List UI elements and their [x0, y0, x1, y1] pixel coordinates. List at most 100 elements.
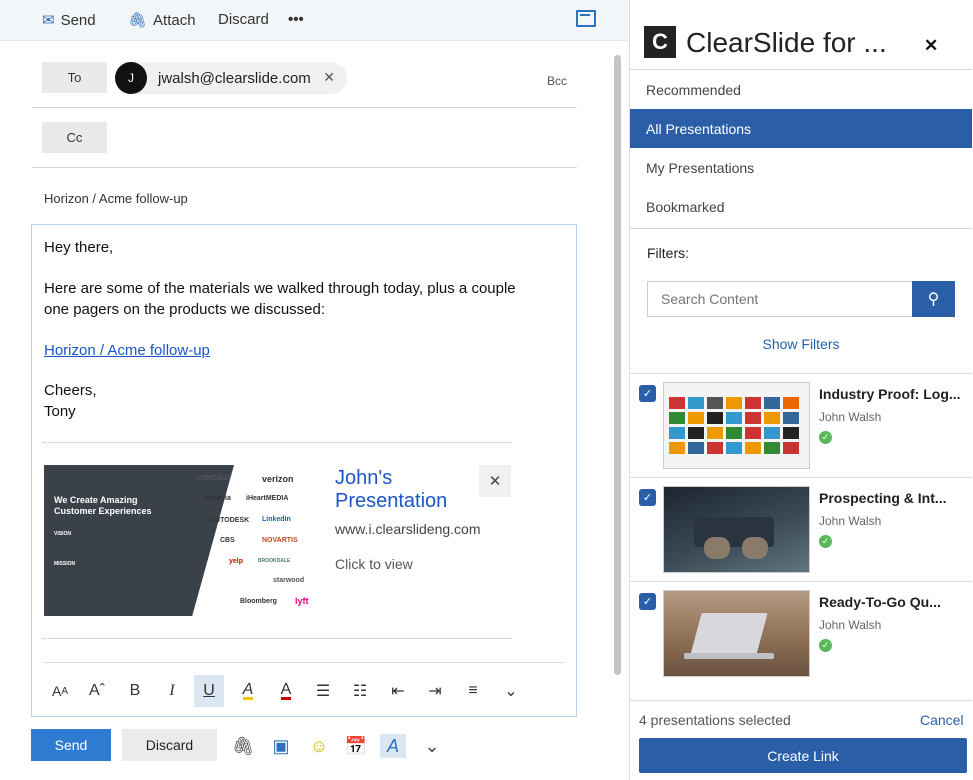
more-chevron-icon[interactable]: ⌄ [419, 734, 445, 758]
popout-icon[interactable] [576, 10, 596, 27]
clearslide-addin-pane: C ClearSlide for ... ✕ Recommended All P… [629, 0, 973, 780]
compose-toolbar: ✉ Send 🖇 Attach Discard ••• [0, 0, 628, 41]
chevron-down-icon[interactable]: ⌄ [496, 675, 526, 707]
presentation-title[interactable]: Ready-To-Go Qu... [819, 594, 941, 610]
underline-icon[interactable]: U [194, 675, 224, 707]
remove-recipient-icon[interactable]: ✕ [323, 69, 335, 86]
font-color-icon[interactable]: A [271, 675, 301, 707]
clearslide-logo: C [644, 26, 676, 58]
nav-recommended[interactable]: Recommended [630, 70, 972, 109]
logo-novartis: NOVARTIS [262, 537, 298, 544]
logo-bloomberg: Bloomberg [240, 598, 277, 605]
schedule-icon[interactable]: 📅 [343, 734, 369, 758]
footer-divider [630, 700, 972, 701]
addin-icon[interactable]: A [380, 734, 406, 758]
logo-yelp: yelp [229, 558, 244, 565]
bcc-button[interactable]: Bcc [547, 74, 567, 88]
paperclip-icon: 🖇 [128, 12, 148, 29]
body-greeting: Hey there, [44, 239, 114, 256]
attach-button[interactable]: 🖇 Attach [128, 11, 196, 30]
check-circle-icon: ✓ [819, 639, 832, 652]
insert-picture-icon[interactable]: ▣ [268, 734, 294, 758]
cc-button[interactable]: Cc [42, 122, 107, 153]
presentation-thumbnail[interactable]: We Create Amazing Customer Experiences V… [44, 465, 328, 616]
presentation-item[interactable]: ✓ Ready-To-Go Qu... John Walsh ✓ [630, 581, 972, 685]
body-signoff: Cheers, [44, 382, 97, 399]
card-title-line2: Presentation [335, 490, 448, 512]
attach-icon[interactable]: 🖇 [230, 734, 256, 758]
close-icon[interactable]: ✕ [924, 36, 938, 56]
search-button[interactable]: ⚲ [912, 281, 955, 317]
search-input[interactable] [647, 281, 913, 317]
presentation-item[interactable]: ✓ Prospecting & Int... John Walsh ✓ [630, 477, 972, 581]
presentation-item[interactable]: ✓ Industry Proof: Log... John Walsh ✓ [630, 373, 972, 477]
nav-my-presentations[interactable]: My Presentations [630, 148, 972, 187]
nav-divider-bottom [630, 228, 972, 229]
body-link[interactable]: Horizon / Acme follow-up [44, 340, 210, 361]
send-label: Send [60, 11, 96, 29]
decrease-indent-icon[interactable]: ⇤ [383, 675, 413, 707]
nav-all-presentations[interactable]: All Presentations [630, 109, 972, 148]
numbering-icon[interactable]: ☷ [345, 675, 375, 707]
italic-icon[interactable]: I [157, 675, 187, 707]
discard-button[interactable]: Discard [122, 729, 217, 761]
card-title-line1: John's [335, 467, 393, 489]
presentation-thumbnail [663, 590, 810, 677]
thumb-logos-grid [669, 387, 799, 454]
message-body[interactable]: Hey there, Here are some of the material… [31, 224, 577, 717]
logo-lyft: lyft [295, 596, 309, 606]
card-divider-top [43, 442, 511, 443]
font-size-icon[interactable]: AA [45, 675, 75, 707]
create-link-button[interactable]: Create Link [639, 738, 967, 773]
thumbnail-heading-line1: We Create Amazing [54, 495, 138, 505]
thumbnail-mission: MISSION [54, 561, 76, 567]
check-circle-icon: ✓ [819, 535, 832, 548]
thumbnail-dark-panel [44, 465, 234, 616]
subject-field[interactable]: Horizon / Acme follow-up [44, 191, 188, 206]
send-toolbar-button[interactable]: ✉ Send [42, 11, 96, 30]
emoji-icon[interactable]: ☺ [306, 734, 332, 758]
presentation-title[interactable]: Prospecting & Int... [819, 490, 947, 506]
send-icon: ✉ [42, 12, 55, 29]
thumbnail-heading: We Create Amazing Customer Experiences [54, 495, 152, 517]
checkbox[interactable]: ✓ [639, 385, 656, 402]
avatar: J [115, 62, 147, 94]
cc-row [32, 108, 577, 168]
highlight-icon[interactable]: A [233, 675, 263, 707]
to-button[interactable]: To [42, 62, 107, 93]
card-url: www.i.clearslideng.com [335, 521, 481, 537]
more-options-button[interactable]: ••• [288, 11, 304, 28]
cancel-link[interactable]: Cancel [920, 712, 964, 728]
grow-font-icon[interactable]: Aˆ [82, 675, 112, 707]
logo-autodesk: AUTODESK [210, 517, 250, 524]
discard-toolbar-button[interactable]: Discard [218, 11, 269, 28]
presentation-author: John Walsh [819, 514, 882, 528]
to-label: To [67, 70, 82, 85]
selected-count: 4 presentations selected [639, 712, 791, 728]
logo-verizon: verizon [262, 474, 294, 484]
logo-starwood: starwood [273, 577, 305, 584]
presentation-author: John Walsh [819, 410, 882, 424]
card-close-icon[interactable]: ✕ [479, 465, 511, 497]
presentation-thumbnail [663, 382, 810, 469]
align-icon[interactable]: ≡ [458, 675, 488, 707]
bold-icon[interactable]: B [120, 675, 150, 707]
checkbox[interactable]: ✓ [639, 593, 656, 610]
scrollbar[interactable] [614, 55, 621, 675]
bullets-icon[interactable]: ☰ [308, 675, 338, 707]
discard-label: Discard [218, 11, 269, 28]
recipient-chip[interactable]: J jwalsh@clearslide.com ✕ [115, 62, 347, 94]
checkbox[interactable]: ✓ [639, 489, 656, 506]
show-filters-link[interactable]: Show Filters [630, 336, 972, 352]
increase-indent-icon[interactable]: ⇥ [420, 675, 450, 707]
logo-expedia: Expedia [204, 495, 231, 502]
send-button[interactable]: Send [31, 729, 111, 761]
body-signature: Tony [44, 403, 76, 420]
thumbnail-vision: VISION [54, 531, 71, 537]
logo-iheart: iHeartMEDIA [246, 495, 289, 502]
presentation-title[interactable]: Industry Proof: Log... [819, 386, 961, 402]
compose-pane: ✉ Send 🖇 Attach Discard ••• To J jwalsh@… [0, 0, 628, 780]
card-title[interactable]: John's Presentation [335, 467, 447, 513]
nav-bookmarked[interactable]: Bookmarked [630, 187, 972, 226]
formatting-toolbar: AA Aˆ B I U A A ☰ ☷ ⇤ ⇥ ≡ ⌄ [43, 662, 565, 716]
